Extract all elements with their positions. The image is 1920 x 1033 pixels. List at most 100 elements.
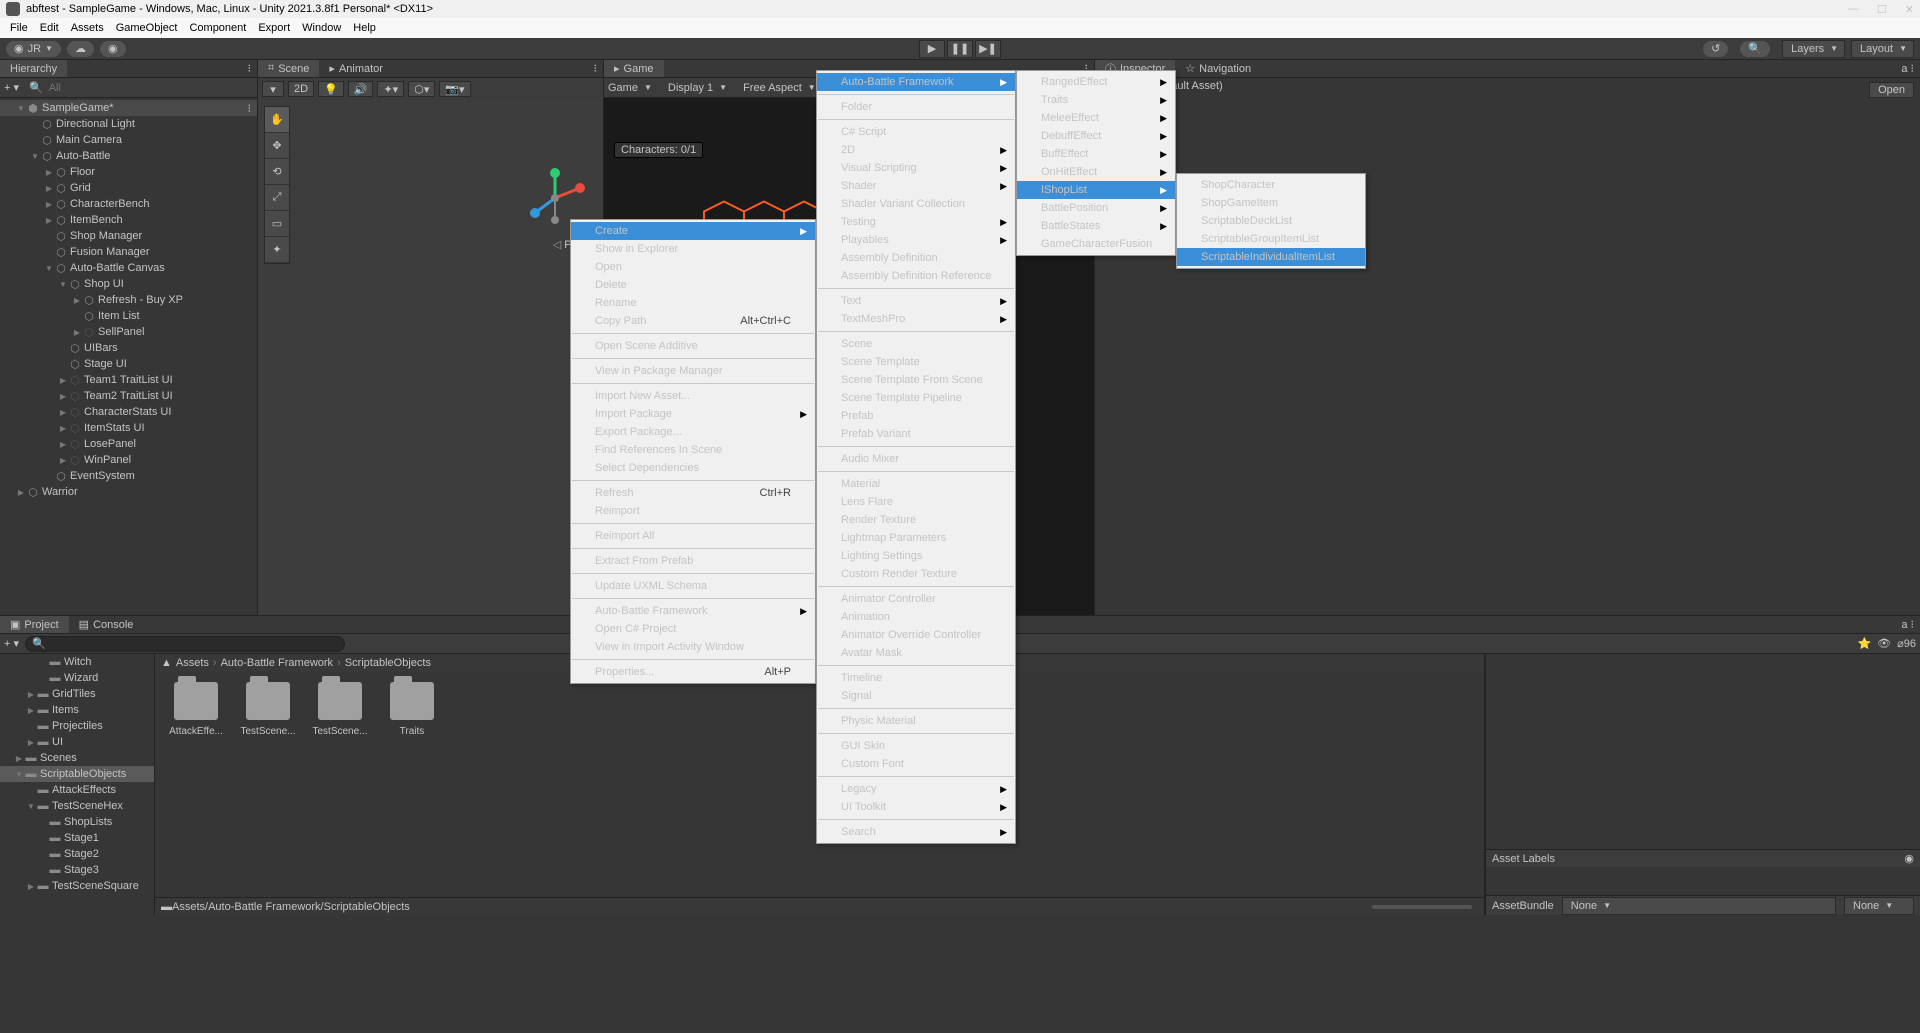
rect-tool-icon[interactable]: ▭ xyxy=(265,211,289,237)
menu-component[interactable]: Component xyxy=(183,22,252,34)
menu-item[interactable]: RefreshCtrl+R xyxy=(571,484,815,502)
menu-item[interactable]: Shader Variant Collection xyxy=(817,195,1015,213)
hierarchy-item[interactable]: ▼⬡Auto-Battle xyxy=(0,148,257,164)
menu-export[interactable]: Export xyxy=(252,22,296,34)
hierarchy-item[interactable]: ▶⬡ItemStats UI xyxy=(0,420,257,436)
asset-folder[interactable]: TestScene... xyxy=(313,682,367,737)
camera-toggle[interactable]: 📷▾ xyxy=(439,81,470,97)
asset-folder[interactable]: TestScene... xyxy=(241,682,295,737)
menu-item[interactable]: Reimport xyxy=(571,502,815,520)
folder-item[interactable]: ▶▬Items xyxy=(0,702,154,718)
close-icon[interactable]: ✕ xyxy=(1905,3,1914,16)
2d-toggle[interactable]: 2D xyxy=(288,81,314,97)
folder-item[interactable]: ▬Stage1 xyxy=(0,830,154,846)
folder-item[interactable]: ▬Wizard xyxy=(0,670,154,686)
menu-item[interactable]: Custom Render Texture xyxy=(817,565,1015,583)
thumbnail-size-slider[interactable] xyxy=(1372,905,1472,909)
menu-item[interactable]: Scene Template Pipeline xyxy=(817,389,1015,407)
menu-item[interactable]: Custom Font xyxy=(817,755,1015,773)
pause-button[interactable]: ❚❚ xyxy=(947,40,973,58)
hierarchy-item[interactable]: ▶⬡WinPanel xyxy=(0,452,257,468)
menu-item[interactable]: Physic Material xyxy=(817,712,1015,730)
folder-item[interactable]: ▶▬TestSceneSquare xyxy=(0,878,154,894)
hierarchy-item[interactable]: ▶⬡LosePanel xyxy=(0,436,257,452)
menu-item[interactable]: Animator Override Controller xyxy=(817,626,1015,644)
folder-item[interactable]: ▬Projectiles xyxy=(0,718,154,734)
folder-item[interactable]: ▶▬UI xyxy=(0,734,154,750)
menu-item[interactable]: View in Import Activity Window xyxy=(571,638,815,656)
scene-view[interactable]: ▾ 2D 💡 🔊 ✦▾ ⬡▾ 📷▾ ✋ ✥ ⟲ ⤢ ▭ ✦ xyxy=(258,78,603,615)
minimize-icon[interactable]: — xyxy=(1848,3,1859,16)
hierarchy-tree[interactable]: ▼⬢SampleGame*⁝ ⬡Directional Light⬡Main C… xyxy=(0,98,257,615)
menu-item[interactable]: Properties...Alt+P xyxy=(571,663,815,681)
tab-navigation[interactable]: ☆ Navigation xyxy=(1175,60,1261,77)
menu-item[interactable]: IShopList▶ xyxy=(1017,181,1175,199)
label-icon[interactable]: ◉ xyxy=(1904,852,1914,865)
cloud-icon[interactable]: ☁ xyxy=(67,41,94,57)
menu-item[interactable]: Playables▶ xyxy=(817,231,1015,249)
menu-item[interactable]: Lightmap Parameters xyxy=(817,529,1015,547)
menu-item[interactable]: Import Package▶ xyxy=(571,405,815,423)
tab-animator[interactable]: ▸ Animator xyxy=(319,60,393,77)
folder-item[interactable]: ▬ShopLists xyxy=(0,814,154,830)
hierarchy-item[interactable]: ▼⬡Shop UI xyxy=(0,276,257,292)
menu-item[interactable]: Shader▶ xyxy=(817,177,1015,195)
menu-help[interactable]: Help xyxy=(347,22,382,34)
fx-toggle[interactable]: ✦▾ xyxy=(377,81,404,97)
folder-item[interactable]: ▬Stage3 xyxy=(0,862,154,878)
folder-item[interactable]: ▬Witch xyxy=(0,654,154,670)
menu-item[interactable]: Import New Asset... xyxy=(571,387,815,405)
menu-item[interactable]: ShopGameItem xyxy=(1177,194,1365,212)
hierarchy-item[interactable]: ⬡Main Camera xyxy=(0,132,257,148)
menu-item[interactable]: 2D▶ xyxy=(817,141,1015,159)
menu-item[interactable]: Auto-Battle Framework▶ xyxy=(571,602,815,620)
move-tool-icon[interactable]: ✥ xyxy=(265,133,289,159)
menu-item[interactable]: Visual Scripting▶ xyxy=(817,159,1015,177)
menu-item[interactable]: C# Script xyxy=(817,123,1015,141)
folder-item[interactable]: ▶▬GridTiles xyxy=(0,686,154,702)
hierarchy-item[interactable]: ⬡Fusion Manager xyxy=(0,244,257,260)
menu-item[interactable]: Scene xyxy=(817,335,1015,353)
menu-item[interactable]: Folder xyxy=(817,98,1015,116)
menu-item[interactable]: Assembly Definition Reference xyxy=(817,267,1015,285)
rotate-tool-icon[interactable]: ⟲ xyxy=(265,159,289,185)
hierarchy-item[interactable]: ▶⬡Team1 TraitList UI xyxy=(0,372,257,388)
tab-hierarchy[interactable]: Hierarchy xyxy=(0,60,67,77)
menu-item[interactable]: Testing▶ xyxy=(817,213,1015,231)
menu-item[interactable]: Select Dependencies xyxy=(571,459,815,477)
hierarchy-item[interactable]: ▶⬡CharacterBench xyxy=(0,196,257,212)
gizmo-toggle[interactable]: ⬡▾ xyxy=(408,81,435,97)
hierarchy-search-input[interactable] xyxy=(49,82,253,94)
step-button[interactable]: ▶❚ xyxy=(975,40,1001,58)
scene-options-icon[interactable]: ⁝ xyxy=(588,62,604,75)
draw-mode-dropdown[interactable]: ▾ xyxy=(262,81,284,97)
tab-game[interactable]: ▸ Game xyxy=(604,60,664,77)
menu-item[interactable]: DebuffEffect▶ xyxy=(1017,127,1175,145)
menu-item[interactable]: Timeline xyxy=(817,669,1015,687)
menu-assets[interactable]: Assets xyxy=(65,22,110,34)
hierarchy-item[interactable]: ▼⬡Auto-Battle Canvas xyxy=(0,260,257,276)
hierarchy-item[interactable]: ▶⬡Refresh - Buy XP xyxy=(0,292,257,308)
menu-item[interactable]: MeleeEffect▶ xyxy=(1017,109,1175,127)
menu-item[interactable]: BattlePosition▶ xyxy=(1017,199,1175,217)
menu-edit[interactable]: Edit xyxy=(34,22,65,34)
tab-scene[interactable]: ⌗ Scene xyxy=(258,60,319,77)
maximize-icon[interactable]: ☐ xyxy=(1877,3,1887,16)
hierarchy-item[interactable]: ▶⬡SellPanel xyxy=(0,324,257,340)
game-mode-dropdown[interactable]: Game xyxy=(608,82,638,94)
menu-item[interactable]: TextMeshPro▶ xyxy=(817,310,1015,328)
menu-item[interactable]: ScriptableGroupItemList xyxy=(1177,230,1365,248)
hierarchy-item[interactable]: ⬡Directional Light xyxy=(0,116,257,132)
visibility-icon[interactable]: 👁 xyxy=(1877,637,1891,650)
hierarchy-item[interactable]: ▶⬡Grid xyxy=(0,180,257,196)
hierarchy-item[interactable]: ⬡Stage UI xyxy=(0,356,257,372)
menu-item[interactable]: Create▶ xyxy=(571,222,815,240)
menu-item[interactable]: GameCharacterFusion xyxy=(1017,235,1175,253)
folder-item[interactable]: ▶▬Scenes xyxy=(0,750,154,766)
open-button[interactable]: Open xyxy=(1869,82,1914,98)
assetbundle-variant-dropdown[interactable]: None▼ xyxy=(1844,897,1914,915)
menu-item[interactable]: Lighting Settings xyxy=(817,547,1015,565)
menu-item[interactable]: Copy PathAlt+Ctrl+C xyxy=(571,312,815,330)
menu-item[interactable]: Text▶ xyxy=(817,292,1015,310)
play-button[interactable]: ▶ xyxy=(919,40,945,58)
